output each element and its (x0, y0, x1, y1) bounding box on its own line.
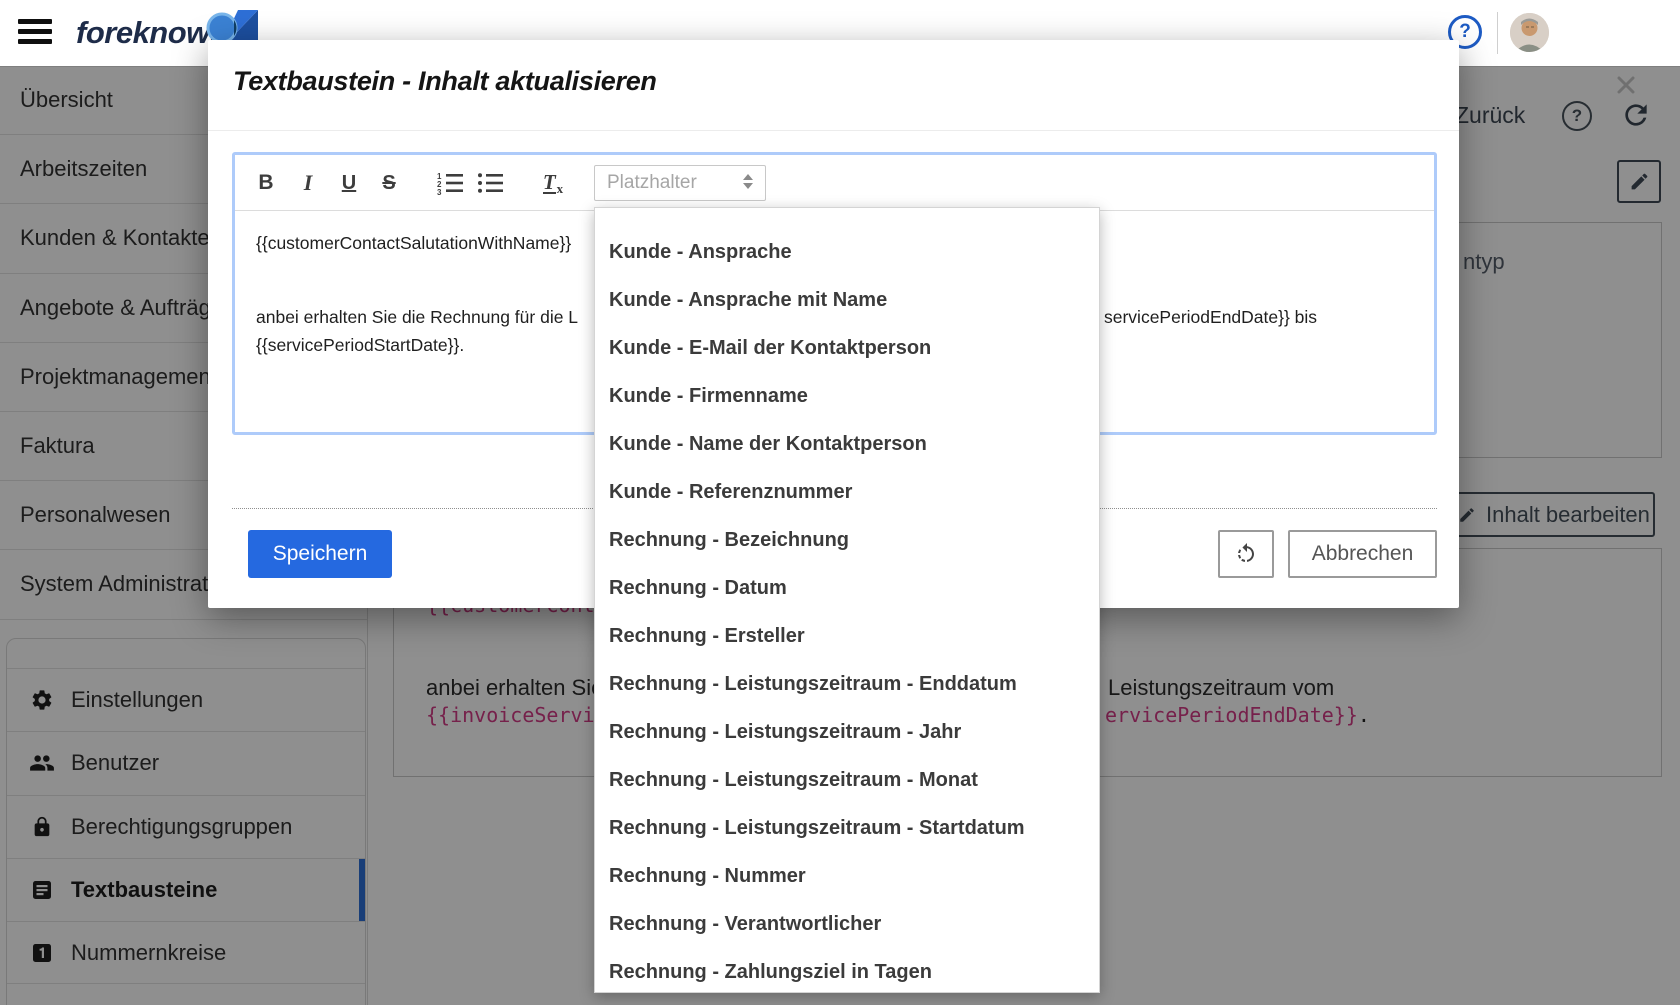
underline-button[interactable]: U (331, 155, 367, 211)
cancel-button[interactable]: Abbrechen (1288, 530, 1437, 578)
editor-line1: {{customerContactSalutationWithName}} (256, 233, 571, 254)
bold-button[interactable]: B (249, 155, 283, 211)
dropdown-option[interactable]: Kunde - Ansprache mit Name (595, 276, 1099, 324)
editor-toolbar: B I U S 123 Tx Platzhalter (235, 155, 1434, 211)
dropdown-option[interactable]: Rechnung - Leistungszeitraum - Monat (595, 756, 1099, 804)
select-arrows-icon (743, 174, 753, 189)
avatar[interactable] (1510, 13, 1549, 52)
dropdown-option[interactable]: Rechnung - Ersteller (595, 612, 1099, 660)
editor-paragraph-line2: {{servicePeriodStartDate}}. (256, 335, 464, 356)
modal-header-divider (208, 130, 1459, 131)
placeholder-dropdown: Kunde - Ansprache Kunde - Ansprache mit … (594, 207, 1100, 993)
clear-formatting-button[interactable]: Tx (531, 155, 575, 211)
svg-text:3: 3 (437, 188, 442, 195)
placeholder-select[interactable]: Platzhalter (594, 165, 766, 201)
dropdown-option[interactable]: Kunde - Name der Kontaktperson (595, 420, 1099, 468)
dropdown-option[interactable]: Kunde - E-Mail der Kontaktperson (595, 324, 1099, 372)
dropdown-option[interactable]: Rechnung - Leistungszeitraum - Startdatu… (595, 804, 1099, 852)
dropdown-option[interactable]: Rechnung - Bezeichnung (595, 516, 1099, 564)
undo-button[interactable] (1218, 530, 1274, 578)
editor-paragraph-left: anbei erhalten Sie die Rechnung für die … (256, 307, 578, 328)
unordered-list-button[interactable] (471, 155, 511, 211)
strikethrough-button[interactable]: S (371, 155, 407, 211)
italic-button[interactable]: I (291, 155, 325, 211)
app-root: foreknown ? Übersicht Arbe (0, 0, 1680, 1005)
dropdown-option[interactable]: Kunde - Firmenname (595, 372, 1099, 420)
modal-title: Textbaustein - Inhalt aktualisieren (233, 66, 657, 97)
dropdown-option[interactable]: Rechnung - Nummer (595, 852, 1099, 900)
dropdown-option[interactable]: Rechnung - Zahlungsziel in Tagen (595, 948, 1099, 996)
save-button[interactable]: Speichern (248, 530, 392, 578)
close-icon[interactable] (1613, 72, 1639, 98)
header-divider (1497, 12, 1498, 54)
hamburger-menu-icon[interactable] (18, 19, 52, 47)
dropdown-option[interactable]: Kunde - Ansprache (595, 228, 1099, 276)
ordered-list-button[interactable]: 123 (431, 155, 471, 211)
dropdown-option[interactable]: Rechnung - Leistungszeitraum - Jahr (595, 708, 1099, 756)
editor-paragraph-right: servicePeriodEndDate}} bis (1104, 307, 1317, 328)
dropdown-option[interactable]: Rechnung - Datum (595, 564, 1099, 612)
dropdown-option[interactable]: Rechnung - Leistungszeitraum - Enddatum (595, 660, 1099, 708)
rotate-left-icon (1234, 542, 1258, 566)
dropdown-option[interactable]: Rechnung - Verantwortlicher (595, 900, 1099, 948)
dropdown-option[interactable]: Kunde - Referenznummer (595, 468, 1099, 516)
